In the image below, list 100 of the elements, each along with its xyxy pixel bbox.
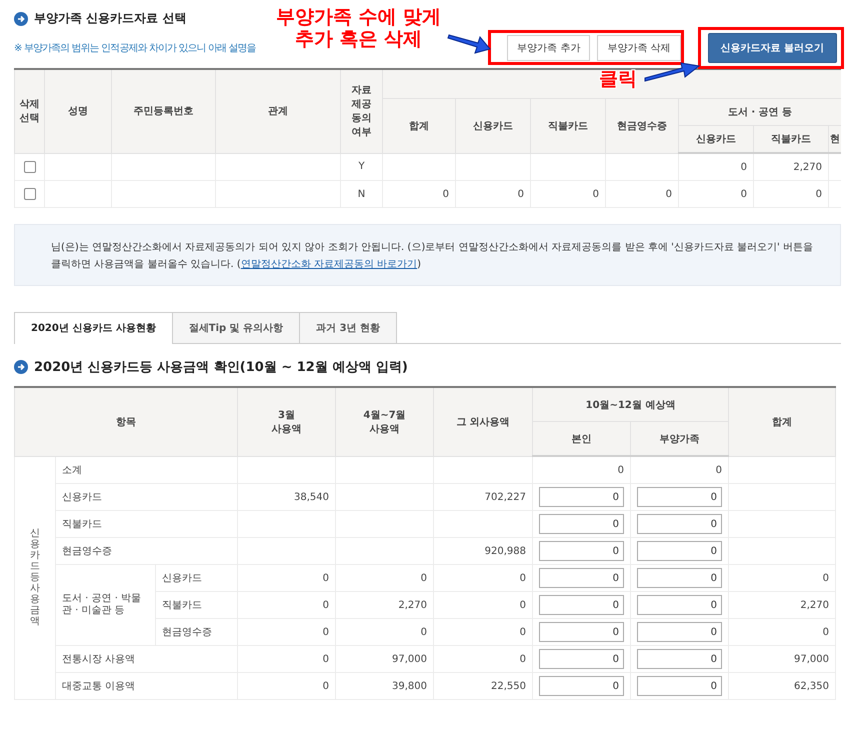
column-header: 자료 제공 동의 여부 (340, 69, 382, 153)
column-header: 관계 (216, 69, 340, 153)
consent-link[interactable]: 연말정산간소화 자료제공동의 바로가기 (240, 259, 418, 270)
table-cell: 0 (420, 572, 428, 584)
row-label: 신용카드 (62, 492, 102, 503)
row-label: 대중교통 이용액 (62, 681, 136, 692)
table-cell: 0 (322, 654, 330, 664)
table-cell: 0 (520, 654, 526, 664)
amount-input-field[interactable]: 0 (637, 622, 722, 642)
amount-input-field[interactable]: 0 (539, 487, 624, 507)
column-header: 현금영수증 (606, 98, 678, 153)
row-label: 현금영수증 (162, 627, 212, 638)
table-cell: 97,000 (794, 654, 830, 664)
table-cell: 0 (420, 626, 428, 638)
pointer-arrow (447, 34, 491, 56)
amount-input-field[interactable]: 0 (539, 541, 624, 561)
table-cell: 97,000 (392, 654, 428, 664)
column-header: 현 (830, 134, 840, 145)
column-header: 항목 (14, 387, 238, 456)
column-header: 합계 (382, 98, 456, 153)
table-cell: 0 (520, 626, 526, 638)
section-title: 부양가족 신용카드자료 선택 (34, 10, 186, 27)
column-header: 그 외사용액 (434, 387, 533, 456)
checkbox[interactable] (24, 160, 36, 173)
annotation-text: 추가 혹은 삭제 (295, 28, 422, 50)
table-cell: 0 (740, 162, 747, 172)
column-header: 삭제 선택 (14, 69, 44, 153)
tab[interactable]: 과거 3년 현황 (299, 312, 398, 343)
section-title: 2020년 신용카드등 사용금액 확인(10월 ~ 12월 예상액 입력) (34, 359, 408, 376)
amount-input-field[interactable]: 0 (637, 595, 722, 615)
amount-input-field[interactable]: 0 (539, 568, 624, 588)
column-header: 4월~7월 사용액 (336, 387, 434, 456)
table-cell: N (340, 180, 382, 208)
checkbox[interactable] (24, 188, 36, 200)
table-cell: 0 (822, 626, 830, 638)
table-cell: 0 (322, 680, 330, 692)
table-cell: 39,800 (392, 680, 428, 692)
table-cell: 920,988 (484, 546, 526, 556)
amount-input-field[interactable]: 0 (637, 676, 722, 696)
amount-input-field[interactable]: 0 (637, 649, 722, 669)
row-label: 신용카드 (162, 573, 202, 584)
column-header: 신용카드 (696, 134, 736, 145)
table-cell: 702,227 (484, 492, 526, 502)
row-group-label: 도서 · 공연 · 박물관 · 미술관 등 (62, 593, 142, 616)
table-cell: 0 (322, 572, 330, 584)
column-header: 직불카드 (771, 134, 811, 145)
table-cell: 0 (322, 626, 330, 638)
row-label: 직불카드 (62, 519, 102, 530)
column-header: 본인 (532, 422, 631, 456)
row-group-label: 신용카드등 사용금액 (30, 528, 40, 628)
table-cell: 0 (822, 572, 830, 584)
amount-input-field[interactable]: 0 (637, 541, 722, 561)
table-cell: 0 (322, 600, 330, 610)
amount-input-field[interactable]: 0 (539, 514, 624, 534)
pointer-arrow (644, 62, 700, 84)
table-cell: 0 (518, 188, 524, 200)
column-header: 10월~12월 예상액 (532, 387, 729, 422)
column-header: 부양가족 (630, 422, 729, 456)
tab[interactable]: 절세Tip 및 유의사항 (172, 312, 300, 343)
amount-input-field[interactable]: 0 (539, 649, 624, 669)
annotation-text: 부양가족 수에 맞게 (276, 6, 442, 28)
info-text: 님(은)는 연말정산간소화에서 자료제공동의가 되어 있지 않아 조회가 안됩니다. (으)로부터 연말정산간소화에서 자료제공동의를 받은 후에 '신용카드자료 불러오기' 버튼을 클릭하면 사용금액을 불러올수 있습니다. (연말정산간소화 자료제공동의 바로가기) (51, 241, 814, 272)
table-cell: 0 (666, 188, 672, 200)
amount-input-field[interactable]: 0 (539, 622, 624, 642)
annotation-text: 클릭 (599, 67, 637, 92)
table-cell: 0 (520, 600, 526, 610)
dependent-button[interactable]: 부양가족 추가 (507, 35, 590, 61)
table-cell: 0 (716, 464, 722, 476)
column-header: 신용카드 (456, 98, 530, 153)
table-cell: 38,540 (294, 492, 330, 502)
dependent-button[interactable]: 부양가족 삭제 (597, 35, 681, 61)
table-cell: 0 (520, 572, 526, 584)
column-header: 주민등록번호 (112, 69, 216, 153)
table-cell: 2,270 (398, 600, 428, 610)
table-cell: 2,270 (793, 162, 822, 172)
row-label: 전통시장 사용액 (62, 654, 136, 665)
tab[interactable]: 2020년 신용카드 사용현황 (14, 312, 173, 344)
row-label: 소계 (62, 464, 82, 476)
column-header: 성명 (44, 69, 112, 153)
row-label: 현금영수증 (62, 546, 112, 557)
table-cell: 0 (618, 464, 624, 476)
amount-input-field[interactable]: 0 (539, 595, 624, 615)
load-card-data-button[interactable]: 신용카드자료 불러오기 (708, 33, 837, 63)
column-header: 도서 · 공연 등 (678, 98, 841, 126)
table-cell: 62,350 (794, 680, 830, 692)
row-label: 직불카드 (162, 600, 202, 611)
column-header: 직불카드 (530, 98, 606, 153)
amount-input-field[interactable]: 0 (637, 568, 722, 588)
amount-input-field[interactable]: 0 (539, 676, 624, 696)
table-cell: 22,550 (491, 680, 526, 692)
table-cell: 2,270 (800, 600, 830, 610)
amount-input-field[interactable]: 0 (637, 487, 722, 507)
table-cell: 0 (592, 188, 599, 200)
table-cell: 0 (816, 188, 822, 200)
column-header: 합계 (728, 387, 836, 456)
table-cell: 0 (442, 188, 449, 200)
amount-input-field[interactable]: 0 (637, 514, 722, 534)
table-cell: Y (340, 153, 382, 180)
column-header: 3월 사용액 (238, 387, 336, 456)
table-cell: 0 (740, 188, 747, 200)
